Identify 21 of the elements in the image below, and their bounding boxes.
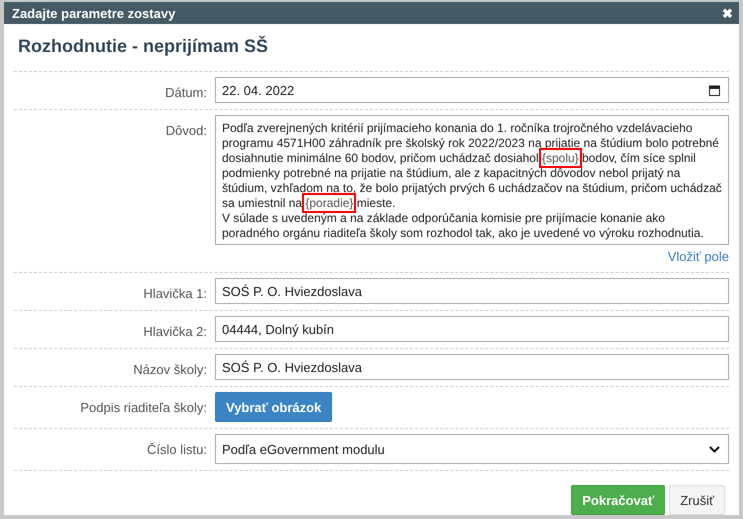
- window-title: Zadajte parametre zostavy: [12, 6, 176, 20]
- field-label: Hlavička 1:: [142, 285, 207, 303]
- text-field[interactable]: 04444, Dolný kubín: [215, 316, 729, 342]
- calendar-icon[interactable]: [709, 84, 720, 96]
- close-icon[interactable]: ✖: [722, 6, 733, 20]
- date-field[interactable]: 22. 04. 2022: [215, 77, 729, 103]
- select-field[interactable]: Podľa eGovernment modulu: [215, 434, 729, 464]
- field-label: Hlavička 2:: [142, 323, 207, 341]
- field-label: Dátum:: [164, 84, 207, 102]
- text-field[interactable]: SOŚ P. O. Hviezdoslava: [215, 354, 729, 380]
- field-label: Názov školy:: [132, 361, 207, 379]
- reason-textarea[interactable]: Podľa zverejnených kritérií prijímacieho konania do 1. ročníka trojročného vzdelávacieho programu 4571H00 záhradník pre školský rok 2022/2023 na prijatie na štúdium bolo potrebné dosiahnutie minimálne 60 bodov, pričom uchádzač dosiahol {spolu} bodov, čím síce splnil podmienky potrebné na prijatie na štúdium, ale z kapacitných dôvodov nebol prijatý na štúdium, vzhľadom na to, že bolo prijatých prvých 6 uchádzačov na štúdium, pričom uchádzač sa umiestnil na {poradie} mieste. V súlade s uvedeným a na základe odporúčania komisie pre prijímacie konanie ako poradného orgánu riaditeľa školy som rozhodol tak, ako je uvedené vo výroku rozhodnutia.: [215, 115, 729, 245]
- insert-field-link[interactable]: Vložiť pole: [668, 249, 729, 264]
- chevron-down-icon[interactable]: [709, 446, 720, 452]
- cancel-button[interactable]: Zrušiť: [669, 485, 725, 515]
- field-label: Číslo listu:: [146, 441, 207, 459]
- choose-image-button[interactable]: Vybrať obrázok: [215, 392, 332, 422]
- field-label: Dôvod:: [164, 122, 207, 140]
- text-field[interactable]: SOŚ P. O. Hviezdoslava: [215, 278, 729, 304]
- field-label: Podpis riaditeľa školy:: [79, 399, 207, 417]
- dialog-heading: Rozhodnutie - neprijímam SŠ: [17, 34, 270, 58]
